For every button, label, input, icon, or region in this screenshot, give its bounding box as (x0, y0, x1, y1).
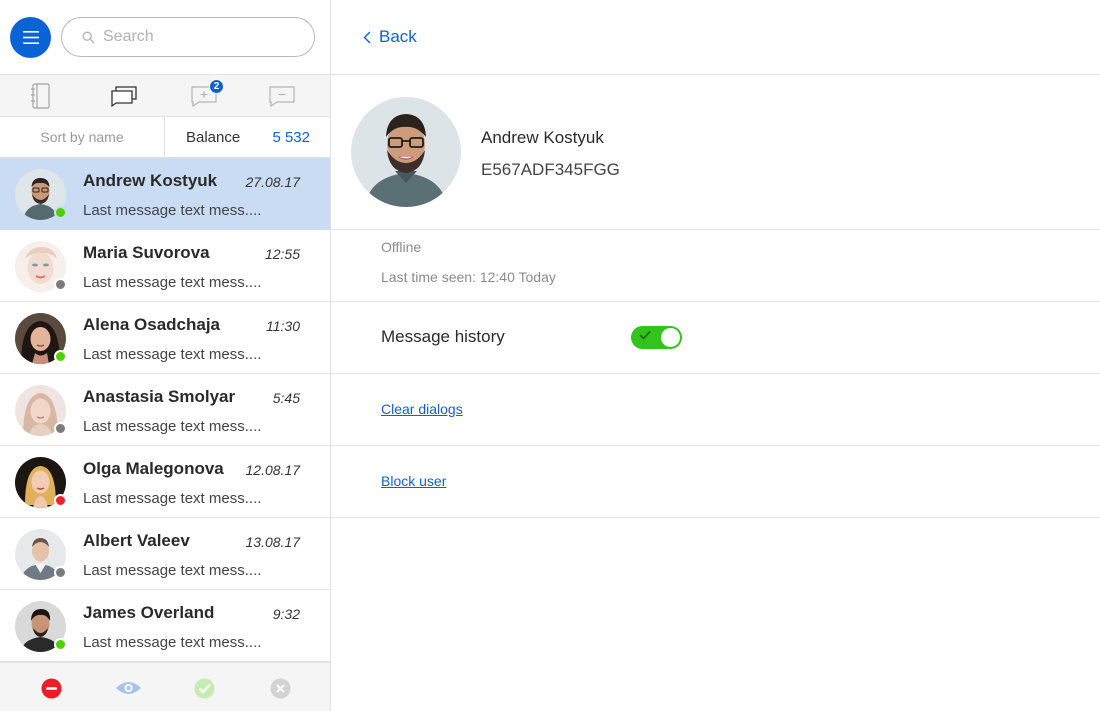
contact-time: 9:32 (272, 606, 300, 622)
search-input[interactable] (103, 28, 293, 46)
notebook-icon (31, 83, 50, 109)
tab-requests[interactable]: 2 (190, 79, 224, 109)
block-user-link[interactable]: Block user (381, 473, 446, 489)
balance-value: 5 532 (272, 129, 310, 146)
menu-button[interactable] (10, 17, 51, 58)
status-offline-indicator (54, 566, 67, 579)
status-offline-indicator (54, 422, 67, 435)
contact-last-message: Last message text mess.... (83, 346, 262, 363)
contact-last-message: Last message text mess.... (83, 562, 262, 579)
status-online-indicator (54, 350, 67, 363)
check-icon (639, 330, 651, 340)
block-icon (41, 678, 61, 698)
clear-dialogs-link[interactable]: Clear dialogs (381, 401, 463, 417)
sort-bar: Sort by name Balance 5 532 (0, 117, 330, 158)
dismiss-button[interactable] (269, 677, 291, 699)
contact-item[interactable]: Albert Valeev 13.08.17 Last message text… (0, 518, 330, 590)
sort-by-name-button[interactable]: Sort by name (0, 117, 165, 157)
status-text: Offline (381, 239, 422, 255)
contact-time: 5:45 (272, 390, 300, 406)
profile-photo (351, 97, 461, 207)
status-busy-indicator (54, 494, 67, 507)
search-icon (82, 31, 95, 44)
chat-remove-icon (269, 86, 295, 108)
contact-item[interactable]: James Overland 9:32 Last message text me… (0, 590, 330, 662)
tab-dialogs[interactable] (110, 83, 138, 109)
top-bar (0, 0, 330, 75)
close-icon (270, 678, 290, 698)
back-button[interactable]: Back (363, 27, 417, 47)
chevron-left-icon (363, 31, 371, 43)
status-offline-indicator (54, 278, 67, 291)
search-box[interactable] (61, 17, 315, 57)
contact-time: 12:55 (264, 246, 300, 262)
block-button[interactable] (40, 677, 62, 699)
hamburger-icon (22, 31, 39, 44)
contact-item[interactable]: Alena Osadchaja 11:30 Last message text … (0, 302, 330, 374)
requests-badge: 2 (209, 79, 224, 94)
status-online-indicator (54, 206, 67, 219)
tab-contacts[interactable] (27, 83, 55, 109)
status-online-indicator (54, 638, 67, 651)
contact-name: Albert Valeev (83, 531, 190, 550)
contact-time: 12.08.17 (245, 462, 301, 478)
contact-item[interactable]: Anastasia Smolyar 5:45 Last message text… (0, 374, 330, 446)
divider (331, 74, 1100, 75)
contact-name: James Overland (83, 603, 215, 622)
message-history-toggle[interactable] (631, 326, 682, 349)
message-history-label: Message history (381, 327, 505, 346)
contact-name: Olga Malegonova (83, 459, 224, 478)
divider (331, 373, 1100, 374)
balance-label: Balance (186, 129, 241, 146)
contact-last-message: Last message text mess.... (83, 634, 262, 651)
contact-last-message: Last message text mess.... (83, 202, 262, 219)
tab-blocked[interactable] (268, 83, 296, 109)
profile-name: Andrew Kostyuk (481, 128, 604, 147)
contact-name: Maria Suvorova (83, 243, 210, 262)
divider (331, 301, 1100, 302)
view-button[interactable] (114, 677, 142, 699)
contact-name: Alena Osadchaja (83, 315, 221, 334)
conversation-list-panel: 2 Sort by name Balance 5 532 (0, 0, 331, 711)
chat-bubbles-icon (111, 86, 137, 108)
contact-list: Andrew Kostyuk 27.08.17 Last message tex… (0, 158, 330, 662)
divider (331, 229, 1100, 230)
last-seen-text: Last time seen: 12:40 Today (381, 269, 556, 285)
contact-item[interactable]: Olga Malegonova 12.08.17 Last message te… (0, 446, 330, 518)
eye-icon (115, 682, 141, 694)
contact-time: 27.08.17 (245, 174, 301, 190)
contact-time: 13.08.17 (245, 534, 301, 550)
divider (331, 517, 1100, 518)
filter-tabs: 2 (0, 75, 330, 117)
contact-name: Anastasia Smolyar (83, 387, 236, 406)
check-icon (194, 678, 214, 698)
back-label: Back (379, 27, 417, 46)
profile-id: E567ADF345FGG (481, 160, 620, 179)
contact-last-message: Last message text mess.... (83, 418, 262, 435)
bulk-actions-bar (0, 662, 330, 711)
contact-details-panel: Back Andrew Kostyuk E567ADF345FGG Offlin… (331, 0, 1100, 711)
toggle-knob (661, 328, 680, 347)
contact-time: 11:30 (266, 318, 300, 334)
divider (331, 445, 1100, 446)
approve-button[interactable] (193, 677, 215, 699)
contact-name: Andrew Kostyuk (83, 171, 218, 190)
contact-last-message: Last message text mess.... (83, 490, 262, 507)
contact-last-message: Last message text mess.... (83, 274, 262, 291)
contact-item[interactable]: Andrew Kostyuk 27.08.17 Last message tex… (0, 158, 330, 230)
contact-item[interactable]: Maria Suvorova 12:55 Last message text m… (0, 230, 330, 302)
